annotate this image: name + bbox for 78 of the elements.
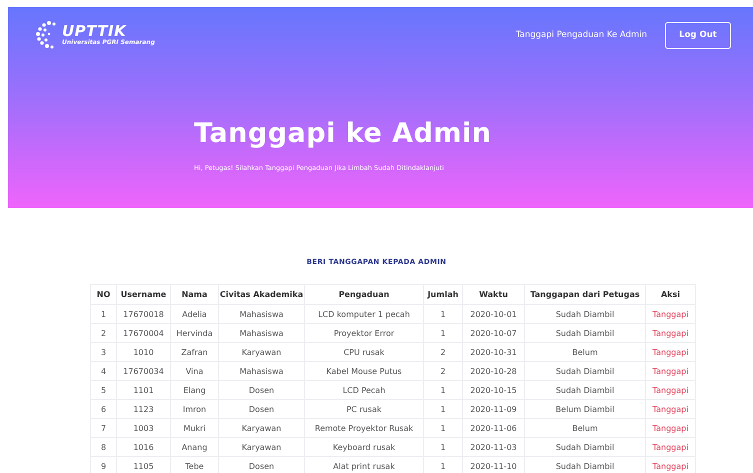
table-cell: 2	[424, 342, 462, 362]
table-cell: 1	[424, 400, 462, 418]
column-header: Aksi	[646, 284, 696, 304]
table-cell: 1101	[116, 380, 170, 400]
table-cell: 1010	[116, 342, 170, 362]
column-header: Nama	[170, 284, 218, 304]
table-cell: Zafran	[170, 342, 218, 362]
table-cell: Mukri	[170, 418, 218, 438]
table-cell: 1016	[116, 438, 170, 456]
table-cell: 9	[90, 456, 116, 473]
table-cell: 1	[424, 324, 462, 342]
table-cell: 1	[424, 418, 462, 438]
table-cell: 1	[424, 304, 462, 324]
table-cell: Karyawan	[218, 438, 304, 456]
table-cell: 1	[424, 380, 462, 400]
table-cell: 17670034	[116, 362, 170, 380]
table-cell: 2020-11-09	[462, 400, 524, 418]
table-cell: 2020-10-07	[462, 324, 524, 342]
nav-link[interactable]: Tanggapi Pengaduan Ke Admin	[516, 30, 647, 40]
table-cell: PC rusak	[304, 400, 424, 418]
logo-name: UPTTIK	[62, 24, 126, 39]
table-cell: 5	[90, 380, 116, 400]
table-cell: 2020-10-15	[462, 380, 524, 400]
table-cell: Proyektor Error	[304, 324, 424, 342]
table-cell: Sudah Diambil	[524, 438, 646, 456]
column-header: Username	[116, 284, 170, 304]
column-header: Pengaduan	[304, 284, 424, 304]
table-cell: Sudah Diambil	[524, 304, 646, 324]
table-cell: LCD Pecah	[304, 380, 424, 400]
column-header: Tanggapan dari Petugas	[524, 284, 646, 304]
table-cell: Karyawan	[218, 342, 304, 362]
table-cell: Elang	[170, 380, 218, 400]
table-cell: 7	[90, 418, 116, 438]
table-cell: 1003	[116, 418, 170, 438]
column-header: Civitas Akademika	[218, 284, 304, 304]
table-cell: 2020-11-03	[462, 438, 524, 456]
table-cell: Belum	[524, 418, 646, 438]
table-cell: LCD komputer 1 pecah	[304, 304, 424, 324]
table-cell: 1	[424, 438, 462, 456]
table-cell: Dosen	[218, 400, 304, 418]
table-cell: 2	[90, 324, 116, 342]
table-cell: Belum Diambil	[524, 400, 646, 418]
table-cell: Remote Proyektor Rusak	[304, 418, 424, 438]
table-cell: Adelia	[170, 304, 218, 324]
table-cell: Karyawan	[218, 418, 304, 438]
table-cell: 17670004	[116, 324, 170, 342]
table-cell: Kabel Mouse Putus	[304, 362, 424, 380]
table-cell: 3	[90, 342, 116, 362]
logout-button[interactable]: Log Out	[665, 22, 731, 48]
table-cell: Dosen	[218, 380, 304, 400]
table-cell: Mahasiswa	[218, 362, 304, 380]
table-cell: Belum	[524, 342, 646, 362]
table-cell: Sudah Diambil	[524, 380, 646, 400]
table-cell: 2	[424, 362, 462, 380]
table-cell: 1123	[116, 400, 170, 418]
table-cell: Mahasiswa	[218, 304, 304, 324]
column-header: Waktu	[462, 284, 524, 304]
column-header: NO	[90, 284, 116, 304]
table-cell: 8	[90, 438, 116, 456]
table-cell: Sudah Diambil	[524, 324, 646, 342]
table-cell: 4	[90, 362, 116, 380]
table-cell: 2020-10-31	[462, 342, 524, 362]
column-header: Jumlah	[424, 284, 462, 304]
table-cell: 2020-10-01	[462, 304, 524, 324]
table-cell: Keyboard rusak	[304, 438, 424, 456]
table-cell: 2020-10-28	[462, 362, 524, 380]
table-cell: 6	[90, 400, 116, 418]
table-cell: Imron	[170, 400, 218, 418]
table-cell: Anang	[170, 438, 218, 456]
table-cell: 2020-11-06	[462, 418, 524, 438]
table-cell: Sudah Diambil	[524, 362, 646, 380]
table-cell: 17670018	[116, 304, 170, 324]
table-cell: Mahasiswa	[218, 324, 304, 342]
hero-title: Tanggapi ke Admin	[194, 118, 492, 150]
table-cell: CPU rusak	[304, 342, 424, 362]
table-cell: Vina	[170, 362, 218, 380]
table-cell: Hervinda	[170, 324, 218, 342]
table-cell: 1	[90, 304, 116, 324]
